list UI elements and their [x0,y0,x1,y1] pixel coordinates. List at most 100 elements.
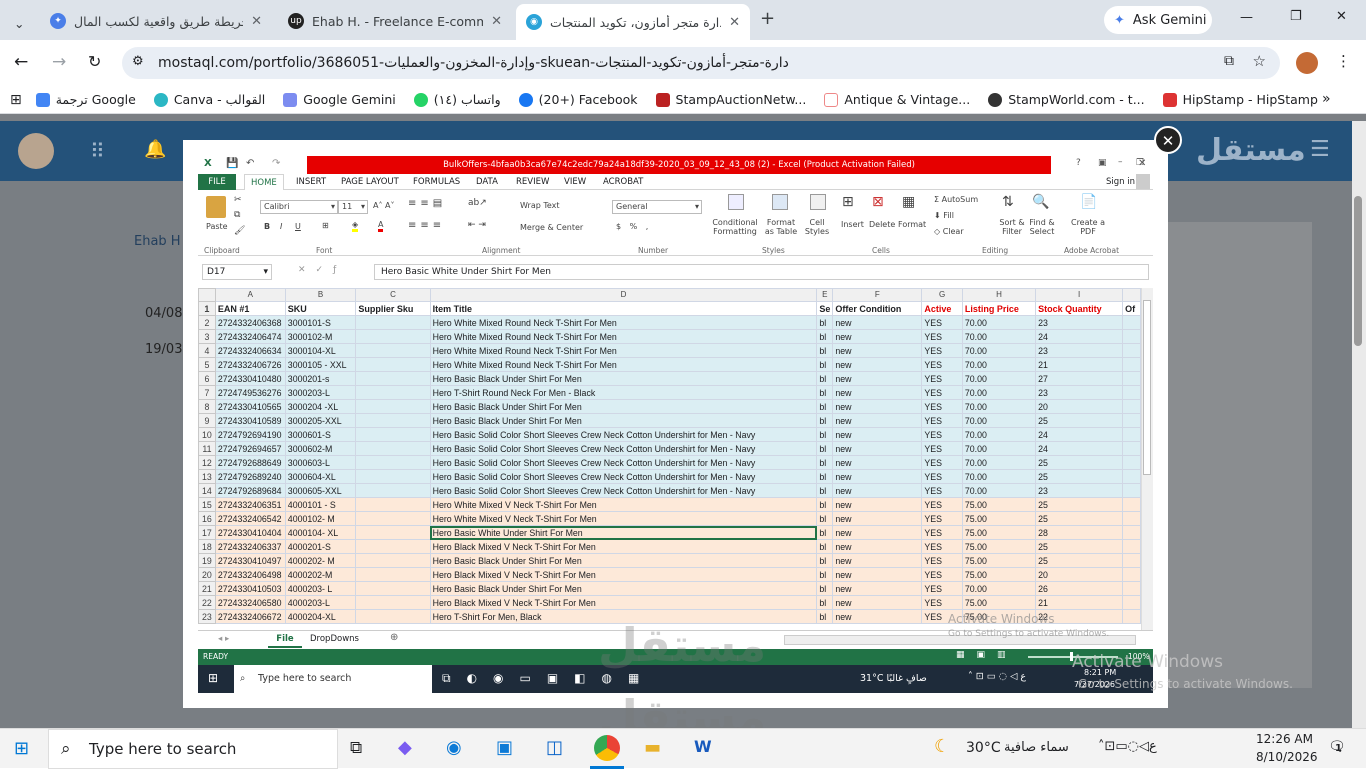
select-all-corner[interactable] [198,288,216,302]
column-letter[interactable] [1122,288,1141,302]
row-number[interactable]: 23 [198,609,216,624]
scrollbar-thumb[interactable] [1143,300,1151,475]
freelancer-name[interactable]: Ehab H [134,234,181,249]
cell[interactable] [355,483,431,498]
tab-acrobat[interactable]: ACROBAT [603,177,643,187]
bookmark[interactable]: (١٤) واتساب [413,92,501,107]
cell[interactable] [1122,595,1141,610]
cell[interactable] [355,385,431,400]
cell[interactable]: new [832,441,923,456]
find-select-button[interactable]: Find & Select [1028,218,1056,236]
row-number[interactable]: 22 [198,595,216,610]
cell[interactable] [355,357,431,372]
cell[interactable]: 2724332406580 [214,595,286,610]
cell[interactable]: YES [921,497,963,512]
cell[interactable] [1122,455,1141,470]
cell[interactable] [355,581,431,596]
sheet-tab-file[interactable]: File [268,631,302,648]
cell[interactable]: 2724330410503 [214,581,286,596]
cell[interactable] [1122,469,1141,484]
cell[interactable]: new [832,511,923,526]
cell[interactable]: 2724332406474 [214,329,286,344]
column-letter[interactable]: D [429,288,818,302]
bookmark[interactable]: HipStamp - HipStamp [1162,92,1318,107]
cell[interactable]: 3000205-XXL [284,413,357,428]
row-number[interactable]: 18 [198,539,216,554]
cell[interactable]: 75.00 [961,525,1037,540]
cell[interactable] [1122,581,1141,596]
row-number[interactable]: 20 [198,567,216,582]
cell[interactable]: new [832,539,923,554]
store-icon[interactable]: ▣ [496,737,513,758]
cell[interactable]: new [832,581,923,596]
cell[interactable]: new [832,371,923,386]
column-header[interactable]: Offer Condition [832,301,923,316]
cell[interactable]: 25 [1035,469,1124,484]
cell[interactable]: Hero Basic Black Under Shirt For Men [429,553,818,568]
cell[interactable]: Hero Black Mixed V Neck T-Shirt For Men [429,567,818,582]
underline-button[interactable]: U [295,222,301,231]
add-sheet-icon[interactable]: ⊕ [390,632,398,643]
close-icon[interactable]: ✕ [251,14,262,29]
cell[interactable]: bl [816,469,834,484]
cell[interactable]: 2724332406498 [214,567,286,582]
cell[interactable]: Hero Basic Black Under Shirt For Men [429,371,818,386]
cell[interactable]: 23 [1035,343,1124,358]
column-letter[interactable]: C [355,288,431,302]
bookmark[interactable]: (20+) Facebook [518,92,638,107]
cell[interactable]: 2724332406726 [214,357,286,372]
cell[interactable]: 3000604-XL [284,469,357,484]
cell[interactable]: 24 [1035,441,1124,456]
clock-date[interactable]: 8/10/2026 [1256,750,1318,764]
create-pdf-button[interactable]: Create a PDF [1070,218,1106,236]
cell[interactable]: 4000201-S [284,539,357,554]
cell[interactable]: new [832,413,923,428]
bookmark[interactable]: StampWorld.com - t... [988,92,1145,107]
weather-text[interactable]: سماء صافية [1004,740,1069,755]
cell[interactable]: 25 [1035,413,1124,428]
column-header[interactable]: Supplier Sku [355,301,431,316]
font-color-icon[interactable]: A [378,220,384,232]
menu-kebab-icon[interactable]: ⋮ [1336,52,1351,70]
tab-list-button[interactable]: ⌄ [4,8,34,38]
cell[interactable]: bl [816,343,834,358]
cell[interactable]: 3000102-M [284,329,357,344]
cell[interactable] [355,609,431,624]
cell[interactable]: Hero Basic Black Under Shirt For Men [429,413,818,428]
cell[interactable] [355,329,431,344]
cell[interactable]: YES [921,595,963,610]
cell[interactable]: bl [816,371,834,386]
bookmark[interactable]: StampAuctionNetw... [655,92,806,107]
cell[interactable]: 25 [1035,539,1124,554]
row-number[interactable]: 7 [198,385,216,400]
cell[interactable]: YES [921,315,963,330]
cell[interactable]: YES [921,413,963,428]
cell[interactable]: new [832,427,923,442]
column-letter[interactable]: I [1035,288,1124,302]
cell[interactable] [355,455,431,470]
cell[interactable] [355,427,431,442]
cell[interactable]: 3000601-S [284,427,357,442]
outlook-icon[interactable]: ◫ [546,737,563,758]
wrap-text-button[interactable]: Wrap Text [520,201,560,210]
cell[interactable] [355,413,431,428]
row-number[interactable]: 4 [198,343,216,358]
row-number[interactable]: 10 [198,427,216,442]
borders-icon[interactable]: ⊞ [322,221,329,230]
cell[interactable]: Hero White Mixed V Neck T-Shirt For Men [429,511,818,526]
cell[interactable]: 3000203-L [284,385,357,400]
cell[interactable]: 70.00 [961,399,1037,414]
cell[interactable]: bl [816,357,834,372]
cell[interactable] [1122,413,1141,428]
cell[interactable] [355,469,431,484]
cell[interactable] [355,399,431,414]
cell[interactable]: YES [921,567,963,582]
column-letter[interactable]: A [214,288,286,302]
cell[interactable]: 70.00 [961,455,1037,470]
cell[interactable]: 70.00 [961,371,1037,386]
cell[interactable]: 70.00 [961,329,1037,344]
cell[interactable]: 4000104- XL [284,525,357,540]
site-info-icon[interactable]: ⚙ [132,54,144,69]
number-format-select[interactable]: General ▾ [612,200,702,214]
cell[interactable]: Hero White Mixed V Neck T-Shirt For Men [429,497,818,512]
